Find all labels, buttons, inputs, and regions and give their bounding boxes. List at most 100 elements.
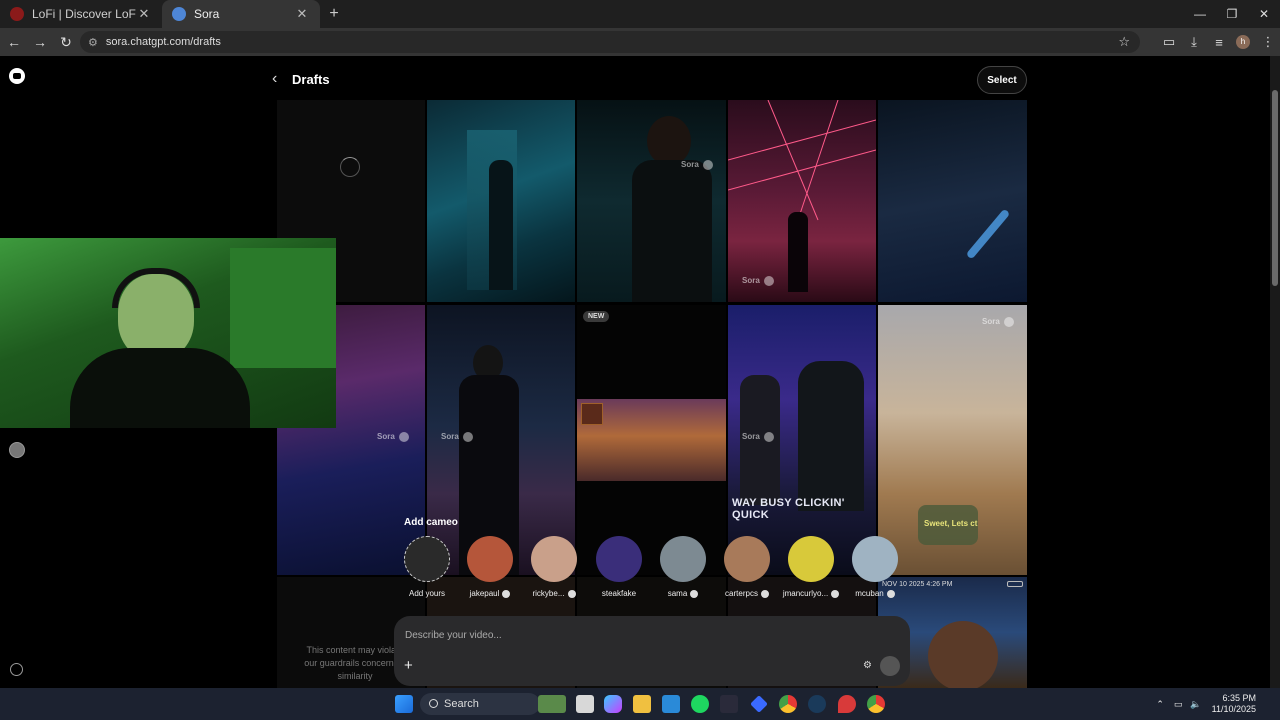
verified-icon xyxy=(567,589,576,598)
cameo-name: mcuban xyxy=(855,589,884,598)
draft-tile[interactable]: Sora Sweet, Lets ct xyxy=(878,305,1027,575)
chrome-icon[interactable] xyxy=(779,695,797,713)
sidebar-avatar[interactable] xyxy=(9,442,25,458)
close-tab-icon[interactable]: ✕ xyxy=(136,6,152,22)
cameo-name: jakepaul xyxy=(469,589,500,598)
cameo-item[interactable]: steakfake xyxy=(589,536,649,598)
cameo-avatar xyxy=(660,536,706,582)
cameo-item[interactable]: jakepaul xyxy=(460,536,520,598)
cameo-name: Add yours xyxy=(408,589,446,598)
widgets-icon[interactable] xyxy=(538,695,566,713)
address-bar[interactable]: ⚙ sora.chatgpt.com/drafts ☆ xyxy=(80,31,1140,53)
feedback-icon[interactable] xyxy=(10,663,23,676)
profile-avatar[interactable]: h xyxy=(1236,35,1250,49)
sora-watermark: Sora xyxy=(377,432,409,442)
tab-sora[interactable]: Sora ✕ xyxy=(162,0,320,28)
window-controls: — ❐ ✕ xyxy=(1184,0,1280,28)
notes-icon[interactable] xyxy=(662,695,680,713)
prompt-box[interactable]: Describe your video... + ⚙ xyxy=(394,616,910,686)
cameo-item[interactable]: mcuban xyxy=(845,536,905,598)
send-button[interactable] xyxy=(880,656,900,676)
cameo-name: rickybe... xyxy=(532,589,565,598)
sora-watermark: Sora xyxy=(742,276,774,286)
sora-watermark: Sora xyxy=(982,317,1014,327)
lofi-favicon-icon xyxy=(10,7,24,21)
site-info-icon[interactable]: ⚙ xyxy=(88,36,98,49)
verified-icon xyxy=(831,589,840,598)
verified-icon xyxy=(886,589,895,598)
back-icon[interactable]: ← xyxy=(2,30,26,54)
file-explorer-icon[interactable] xyxy=(633,695,651,713)
clock[interactable]: 6:35 PM 11/10/2025 xyxy=(1212,693,1256,715)
webcam-overlay xyxy=(0,238,336,428)
reload-icon[interactable]: ↻ xyxy=(54,30,78,54)
battery-icon xyxy=(1007,581,1023,587)
download-icon[interactable]: ⤓ xyxy=(1182,34,1206,50)
draft-tile[interactable]: Sora xyxy=(427,305,575,575)
task-view-icon[interactable] xyxy=(576,695,594,713)
copilot-icon[interactable] xyxy=(604,695,622,713)
restore-icon[interactable]: ❐ xyxy=(1216,0,1248,28)
cast-icon[interactable]: ▭ xyxy=(1157,34,1181,50)
steam-icon[interactable] xyxy=(808,695,826,713)
draft-tile[interactable]: Sora WAY BUSY CLICKIN' QUICK xyxy=(728,305,876,575)
url-text: sora.chatgpt.com/drafts xyxy=(105,36,221,48)
verified-icon xyxy=(760,589,769,598)
new-tab-icon[interactable]: + xyxy=(320,5,348,23)
close-tab-icon[interactable]: ✕ xyxy=(294,6,310,22)
taskbar: Search ⌃ ▭ 🔈 6:35 PM 11/10/2025 xyxy=(0,688,1280,720)
close-window-icon[interactable]: ✕ xyxy=(1248,0,1280,28)
sora-page: ‹ Drafts Select Sora Sora Sora Sora NEW xyxy=(0,56,1270,688)
cameo-item[interactable]: sama xyxy=(653,536,713,598)
chrome-profile-icon[interactable] xyxy=(867,695,885,713)
volume-icon[interactable]: 🔈 xyxy=(1190,699,1201,710)
page-title: Drafts xyxy=(292,72,330,87)
select-button[interactable]: Select xyxy=(977,66,1027,94)
pin-app-icon[interactable] xyxy=(838,695,856,713)
chevron-left-icon[interactable]: ‹ xyxy=(272,70,277,88)
cameo-avatar xyxy=(467,536,513,582)
taskbar-search[interactable]: Search xyxy=(420,693,540,715)
draft-tile[interactable]: Sora xyxy=(728,100,876,302)
cameo-avatar xyxy=(404,536,450,582)
draft-tile[interactable]: Sora xyxy=(577,100,726,302)
forward-icon[interactable]: → xyxy=(28,30,52,54)
sora-logo-icon[interactable] xyxy=(9,68,25,84)
cameo-name: sama xyxy=(667,589,688,598)
cameo-avatar xyxy=(788,536,834,582)
cameo-item[interactable]: carterpcs xyxy=(717,536,777,598)
prompt-input[interactable]: Describe your video... xyxy=(405,630,502,641)
cameo-add-yours[interactable]: Add yours xyxy=(397,536,457,598)
menu-icon[interactable]: ⋮ xyxy=(1256,34,1280,50)
hud-icon[interactable] xyxy=(720,695,738,713)
verified-icon xyxy=(502,589,511,598)
settings-sliders-icon[interactable]: ⚙ xyxy=(863,660,872,671)
app-icon[interactable] xyxy=(750,695,768,713)
add-media-icon[interactable]: + xyxy=(404,657,413,674)
cameo-section-title: Add cameo xyxy=(404,517,458,528)
draft-tile-new[interactable]: NEW xyxy=(577,305,726,575)
draft-tile[interactable] xyxy=(878,100,1027,302)
system-tray: ⌃ ▭ 🔈 6:35 PM 11/10/2025 xyxy=(1156,688,1280,720)
media-icon[interactable]: ≡ xyxy=(1207,35,1231,50)
loading-spinner-icon xyxy=(340,157,360,177)
scrollbar-thumb[interactable] xyxy=(1272,90,1278,286)
tray-chevron-icon[interactable]: ⌃ xyxy=(1156,699,1164,710)
bookmark-star-icon[interactable]: ☆ xyxy=(1118,34,1130,50)
cameo-name: jmancurlyo... xyxy=(782,589,829,598)
minimize-icon[interactable]: — xyxy=(1184,0,1216,28)
toolbar: ← → ↻ ⚙ sora.chatgpt.com/drafts ☆ ▭ ⤓ ≡ … xyxy=(0,28,1280,56)
tab-title: LoFi | Discover LoFi Music Now xyxy=(32,7,136,21)
spotify-icon[interactable] xyxy=(691,695,709,713)
tile-caption: WAY BUSY CLICKIN' QUICK xyxy=(732,497,845,521)
cameo-item[interactable]: rickybe... xyxy=(524,536,584,598)
draft-tile[interactable] xyxy=(427,100,575,302)
verified-icon xyxy=(690,589,699,598)
network-icon[interactable]: ▭ xyxy=(1174,699,1183,710)
cameo-avatar xyxy=(531,536,577,582)
clock-time: 6:35 PM xyxy=(1222,693,1256,703)
windows-start-icon[interactable] xyxy=(395,695,413,713)
cameo-item[interactable]: jmancurlyo... xyxy=(781,536,841,598)
tab-lofi[interactable]: LoFi | Discover LoFi Music Now ✕ xyxy=(0,0,162,28)
scrollbar[interactable] xyxy=(1270,56,1280,688)
